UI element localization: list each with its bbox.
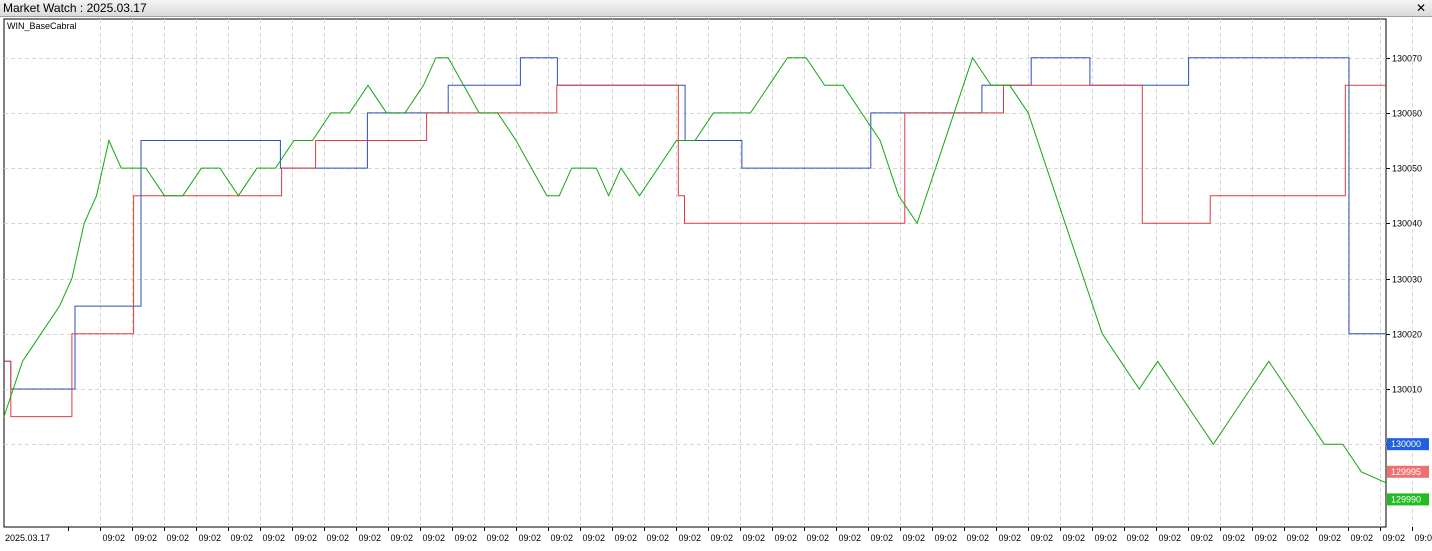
window-title-bar: Market Watch : 2025.03.17 ✕	[0, 0, 1432, 17]
y-tick-label: 130030	[1392, 275, 1422, 285]
x-tick-label: 09:02	[775, 533, 798, 543]
x-tick-label: 09:02	[359, 533, 382, 543]
price-tag-label: 129990	[1391, 494, 1421, 504]
x-tick-label: 09:02	[1127, 533, 1150, 543]
x-tick-label: 09:02	[1287, 533, 1310, 543]
x-tick-label: 09:02	[1383, 533, 1406, 543]
x-tick-label: 09:02	[1319, 533, 1342, 543]
x-tick-label: 09:02	[1031, 533, 1054, 543]
x-tick-label: 09:02	[679, 533, 702, 543]
x-tick-label: 09:02	[1223, 533, 1246, 543]
x-tick-label: 09:02	[455, 533, 478, 543]
price-tag-label: 129995	[1391, 467, 1421, 477]
x-tick-label: 09:02	[871, 533, 894, 543]
x-tick-label: 2025.03.17	[5, 533, 50, 543]
x-tick-label: 09:02	[103, 533, 126, 543]
x-tick-label: 09:02	[1095, 533, 1118, 543]
x-tick-label: 09:02	[1415, 533, 1432, 543]
x-tick-label: 09:02	[551, 533, 574, 543]
y-tick-label: 130040	[1392, 219, 1422, 229]
x-tick-label: 09:02	[839, 533, 862, 543]
x-tick-label: 09:02	[743, 533, 766, 543]
close-icon[interactable]: ✕	[1416, 0, 1426, 16]
x-tick-label: 09:02	[935, 533, 958, 543]
x-tick-label: 09:02	[711, 533, 734, 543]
x-tick-label: 09:02	[967, 533, 990, 543]
x-tick-label: 09:02	[519, 533, 542, 543]
x-tick-label: 09:02	[199, 533, 222, 543]
plot-frame	[3, 18, 1387, 528]
x-tick-label: 09:02	[807, 533, 830, 543]
chart-area[interactable]: 130010 130020 130030 130040 130050 130060 1300…	[0, 17, 1432, 551]
x-tick-label: 09:02	[1191, 533, 1214, 543]
x-tick-label: 09:02	[487, 533, 510, 543]
x-tick-label: 09:02	[391, 533, 414, 543]
x-tick-label: 09:02	[167, 533, 190, 543]
x-tick-label: 09:02	[1351, 533, 1374, 543]
x-tick-label: 09:02	[583, 533, 606, 543]
x-tick-label: 09:02	[999, 533, 1022, 543]
x-tick-label: 09:02	[615, 533, 638, 543]
y-tick-label: 130070	[1392, 54, 1422, 64]
y-tick-label: 130010	[1392, 385, 1422, 395]
window-title: Market Watch : 2025.03.17	[3, 1, 147, 15]
y-tick-label: 130050	[1392, 164, 1422, 174]
x-tick-label: 09:02	[1255, 533, 1278, 543]
x-tick-label: 09:02	[263, 533, 286, 543]
y-tick-label: 130060	[1392, 109, 1422, 119]
x-tick-label: 09:02	[135, 533, 158, 543]
symbol-label: WIN_BaseCabral	[7, 21, 77, 31]
price-tag-label: 130000	[1391, 439, 1421, 449]
x-tick-label: 09:02	[1063, 533, 1086, 543]
x-tick-label: 09:02	[903, 533, 926, 543]
x-tick-label: 09:02	[295, 533, 318, 543]
y-tick-label: 130020	[1392, 330, 1422, 340]
x-tick-label: 09:02	[1159, 533, 1182, 543]
x-tick-label: 09:02	[423, 533, 446, 543]
x-tick-label: 09:02	[231, 533, 254, 543]
x-tick-label: 09:02	[647, 533, 670, 543]
x-tick-label: 09:02	[327, 533, 350, 543]
price-chart[interactable]: 130010 130020 130030 130040 130050 130060 1300…	[0, 17, 1432, 551]
